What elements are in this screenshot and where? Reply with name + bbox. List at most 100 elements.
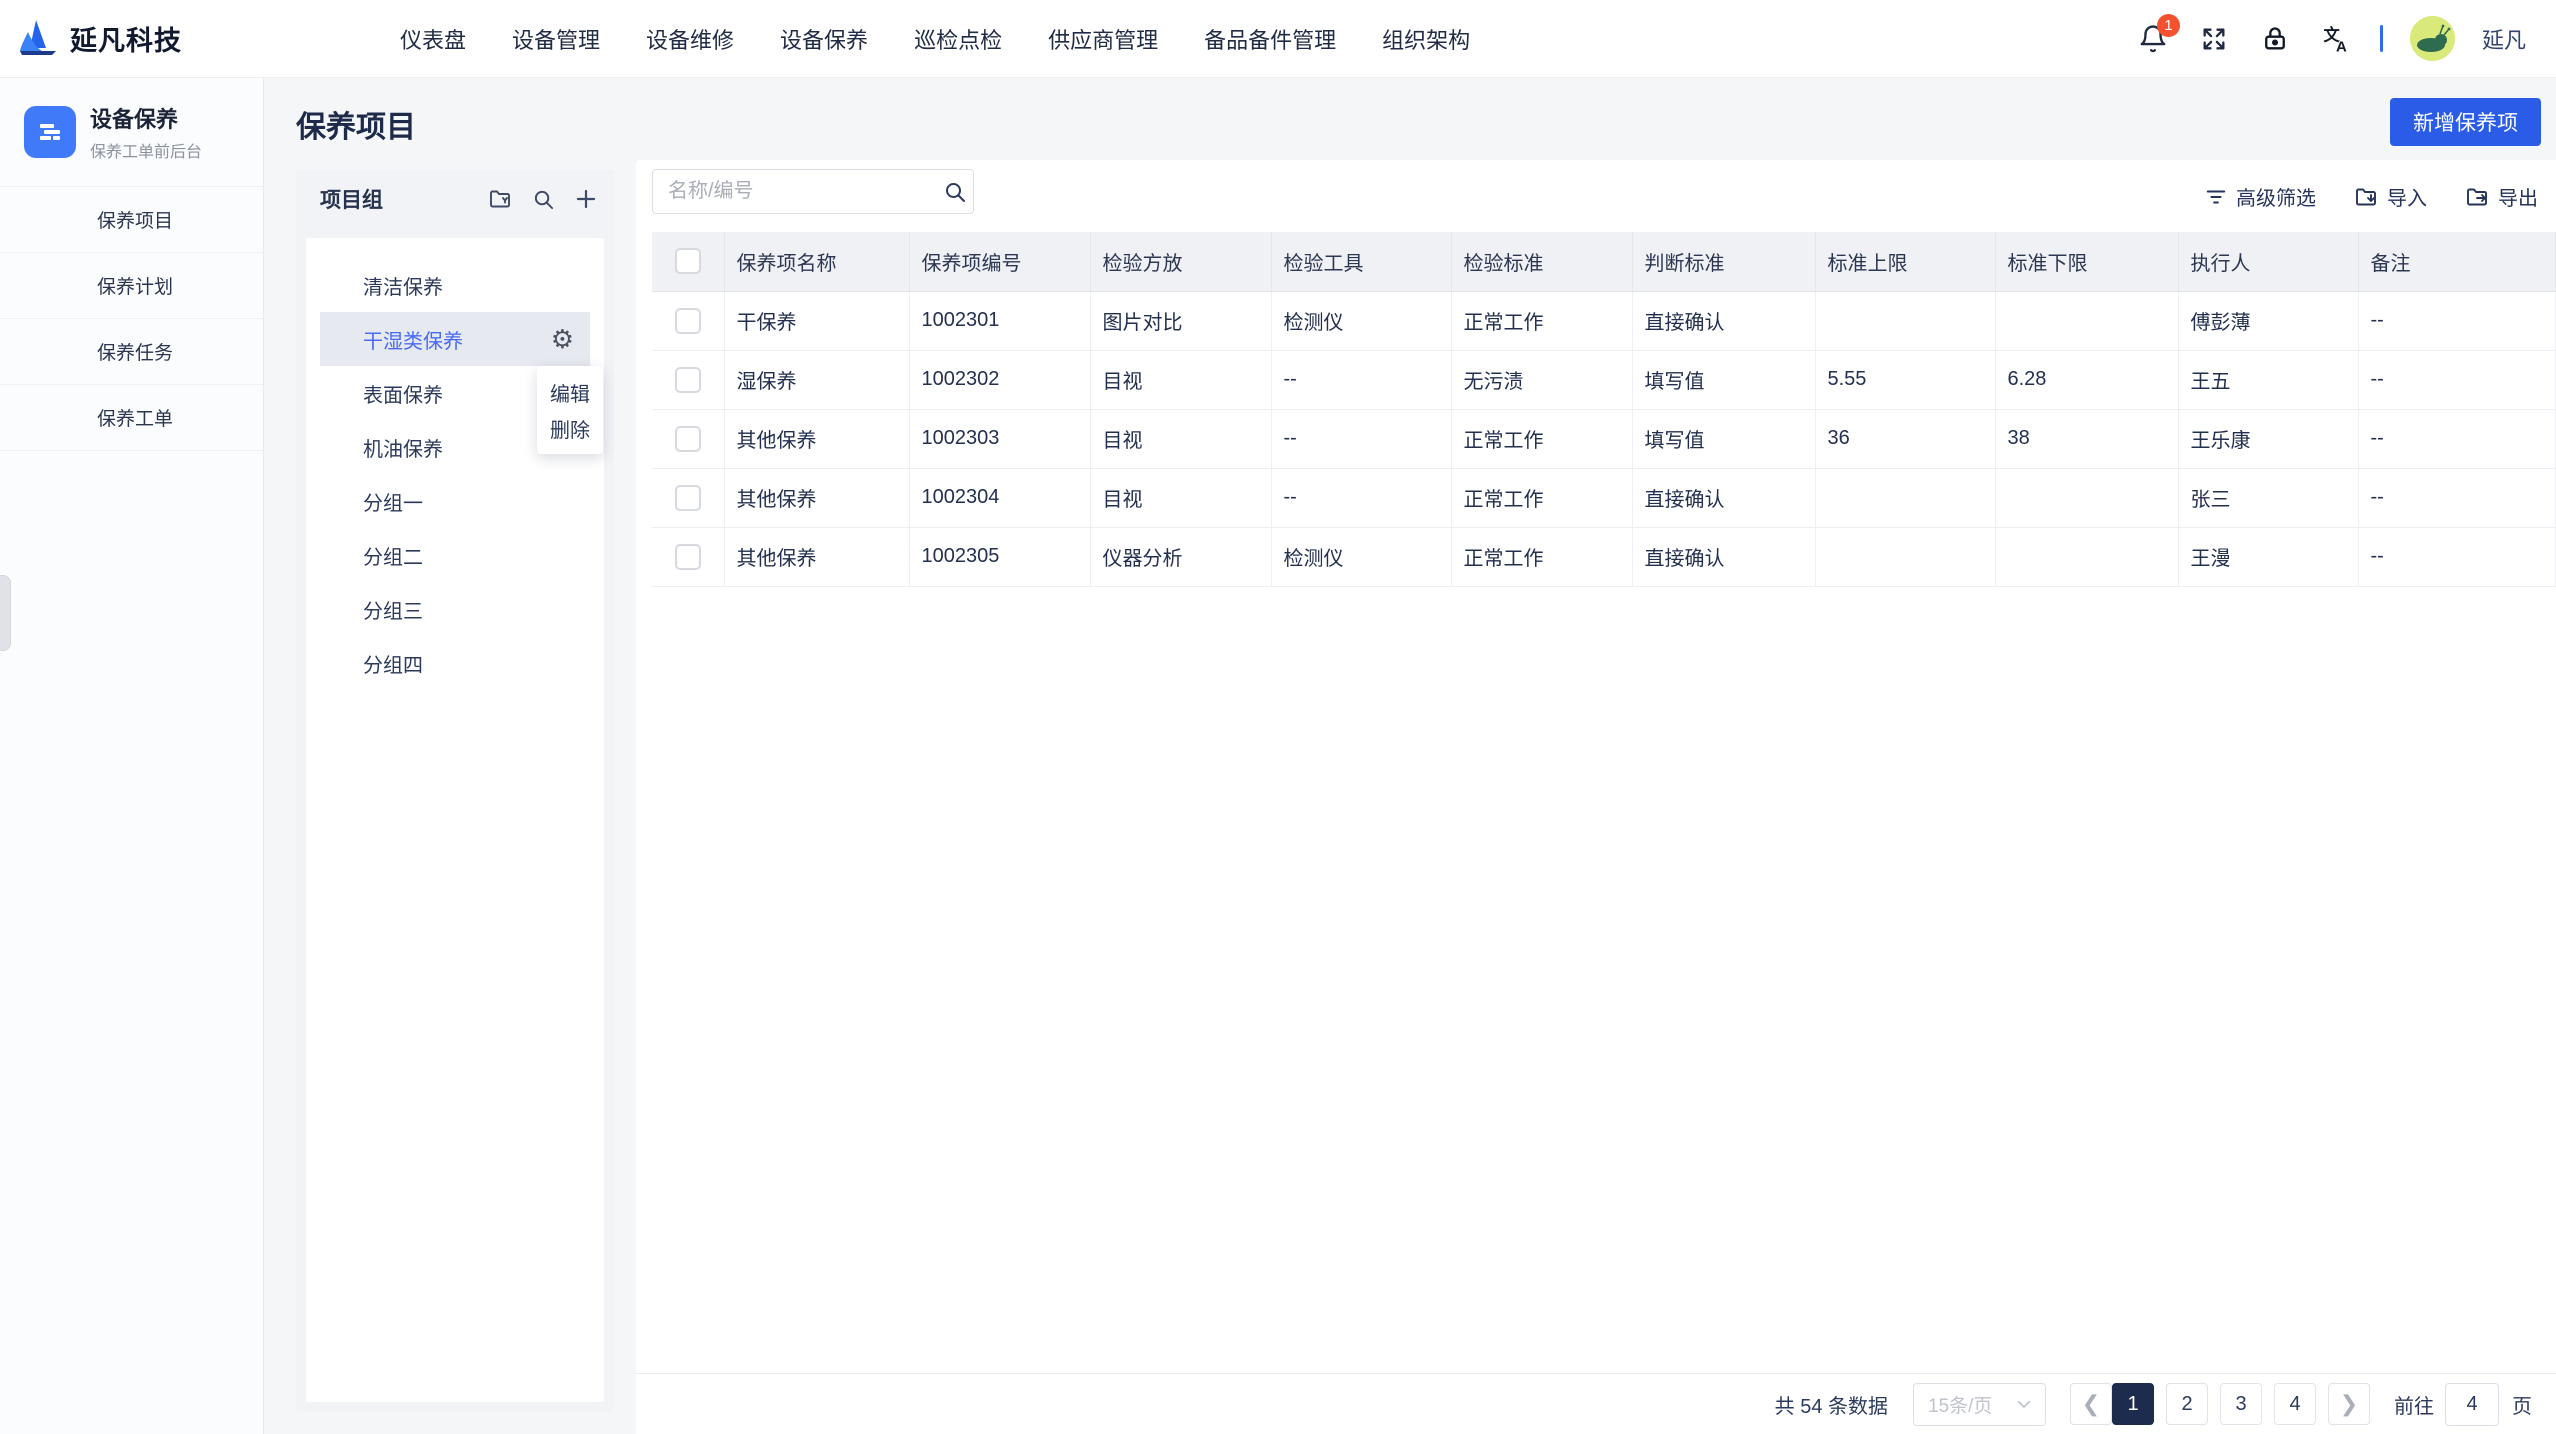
table-cell: -- [2358, 409, 2556, 468]
table-cell: 检测仪 [1271, 527, 1451, 586]
group-item[interactable]: 分组二 [320, 528, 590, 582]
gear-icon[interactable]: ⚙ [551, 326, 574, 352]
table-cell: 其他保养 [724, 468, 909, 527]
top-navbar: 延凡科技 仪表盘设备管理设备维修设备保养巡检点检供应商管理备品备件管理组织架构 … [0, 0, 2556, 77]
table-cell: 干保养 [724, 291, 909, 350]
nav-item-设备管理[interactable]: 设备管理 [512, 23, 600, 55]
module-title: 设备保养 [90, 102, 202, 134]
row-checkbox-cell [652, 350, 724, 409]
table-row: 其他保养1002305仪器分析检测仪正常工作直接确认王漫-- [652, 527, 2556, 586]
table-row: 其他保养1002304目视--正常工作直接确认张三-- [652, 468, 2556, 527]
table-cell: 1002301 [909, 291, 1090, 350]
table-cell: -- [1271, 409, 1451, 468]
table-cell: 图片对比 [1090, 291, 1271, 350]
drawer-collapse-handle[interactable] [0, 575, 11, 651]
table-row: 湿保养1002302目视--无污渍填写值5.556.28王五-- [652, 350, 2556, 409]
group-panel-title: 项目组 [320, 184, 488, 214]
username[interactable]: 延凡 [2482, 23, 2526, 55]
table-cell: -- [2358, 350, 2556, 409]
table-cell: 5.55 [1815, 350, 1995, 409]
sidebar-menu: 保养项目保养计划保养任务保养工单 [0, 187, 263, 451]
table-cell: 王乐康 [2178, 409, 2358, 468]
add-maintenance-item-button[interactable]: 新增保养项 [2390, 98, 2541, 146]
column-header: 保养项编号 [909, 232, 1090, 291]
table-cell [1995, 468, 2178, 527]
search-input[interactable] [653, 180, 943, 203]
table-cell: 正常工作 [1451, 409, 1632, 468]
svg-text:A: A [2336, 38, 2347, 54]
nav-item-设备维修[interactable]: 设备维修 [646, 23, 734, 55]
sidebar-item-保养工单[interactable]: 保养工单 [0, 385, 263, 451]
context-menu-编辑[interactable]: 编辑 [537, 374, 603, 410]
goto-page-input[interactable] [2445, 1383, 2499, 1426]
sidebar-item-保养任务[interactable]: 保养任务 [0, 319, 263, 385]
prev-page-button[interactable]: ❮ [2070, 1383, 2112, 1425]
table-cell: -- [1271, 468, 1451, 527]
column-header: 执行人 [2178, 232, 2358, 291]
row-checkbox[interactable] [675, 544, 701, 570]
nav-item-供应商管理[interactable]: 供应商管理 [1048, 23, 1158, 55]
table-cell: 1002302 [909, 350, 1090, 409]
row-checkbox[interactable] [675, 426, 701, 452]
page-button-4[interactable]: 4 [2274, 1383, 2316, 1425]
table-cell: 傅彭薄 [2178, 291, 2358, 350]
context-menu-删除[interactable]: 删除 [537, 410, 603, 446]
column-header: 标准上限 [1815, 232, 1995, 291]
nav-item-巡检点检[interactable]: 巡检点检 [914, 23, 1002, 55]
table-cell [1815, 291, 1995, 350]
advanced-filter-button[interactable]: 高级筛选 [2205, 182, 2316, 211]
export-icon [2465, 185, 2489, 209]
notification-bell-icon[interactable]: 1 [2136, 22, 2170, 56]
page-button-1[interactable]: 1 [2112, 1383, 2154, 1425]
table-card: 高级筛选 导入 导出 [636, 160, 2556, 1434]
notification-badge: 1 [2157, 14, 2180, 37]
lock-icon[interactable] [2258, 22, 2292, 56]
group-item[interactable]: 分组三 [320, 582, 590, 636]
table-cell [1995, 527, 2178, 586]
select-all-checkbox[interactable] [675, 248, 701, 274]
nav-item-组织架构[interactable]: 组织架构 [1382, 23, 1470, 55]
table-cell: 1002304 [909, 468, 1090, 527]
table-cell: 目视 [1090, 468, 1271, 527]
fullscreen-icon[interactable] [2197, 22, 2231, 56]
table-cell: -- [2358, 527, 2556, 586]
total-count: 共 54 条数据 [1775, 1390, 1888, 1419]
column-header: 保养项名称 [724, 232, 909, 291]
table-cell: 王漫 [2178, 527, 2358, 586]
avatar[interactable] [2410, 16, 2455, 61]
nav-item-设备保养[interactable]: 设备保养 [780, 23, 868, 55]
table-cell: 填写值 [1632, 409, 1815, 468]
import-button[interactable]: 导入 [2354, 182, 2427, 211]
sidebar-item-保养计划[interactable]: 保养计划 [0, 253, 263, 319]
search-icon[interactable] [943, 180, 980, 204]
table-row: 干保养1002301图片对比检测仪正常工作直接确认傅彭薄-- [652, 291, 2556, 350]
group-context-menu: 编辑删除 [537, 366, 603, 454]
table-cell: 填写值 [1632, 350, 1815, 409]
nav-item-备品备件管理[interactable]: 备品备件管理 [1204, 23, 1336, 55]
row-checkbox[interactable] [675, 367, 701, 393]
page-size-select[interactable]: 15条/页 [1913, 1383, 2046, 1426]
group-search-icon[interactable] [531, 187, 555, 211]
export-button[interactable]: 导出 [2465, 182, 2538, 211]
folder-manage-icon[interactable] [488, 187, 512, 211]
translate-icon[interactable]: 文 A [2319, 22, 2353, 56]
table-cell: 目视 [1090, 350, 1271, 409]
row-checkbox[interactable] [675, 485, 701, 511]
group-item[interactable]: 干湿类保养⚙ [320, 312, 590, 366]
table-cell: 1002303 [909, 409, 1090, 468]
page-button-2[interactable]: 2 [2166, 1383, 2208, 1425]
page-button-3[interactable]: 3 [2220, 1383, 2262, 1425]
module-subtitle: 保养工单前后台 [90, 138, 202, 162]
next-page-button[interactable]: ❯ [2328, 1383, 2370, 1425]
column-header: 检验标准 [1451, 232, 1632, 291]
group-item[interactable]: 分组一 [320, 474, 590, 528]
nav-item-仪表盘[interactable]: 仪表盘 [400, 23, 466, 55]
row-checkbox[interactable] [675, 308, 701, 334]
group-item[interactable]: 分组四 [320, 636, 590, 690]
chevron-down-icon [2015, 1395, 2033, 1413]
add-group-icon[interactable] [574, 187, 598, 211]
table-cell: 正常工作 [1451, 291, 1632, 350]
group-item[interactable]: 清洁保养 [320, 258, 590, 312]
sidebar-item-保养项目[interactable]: 保养项目 [0, 187, 263, 253]
table-cell: 湿保养 [724, 350, 909, 409]
